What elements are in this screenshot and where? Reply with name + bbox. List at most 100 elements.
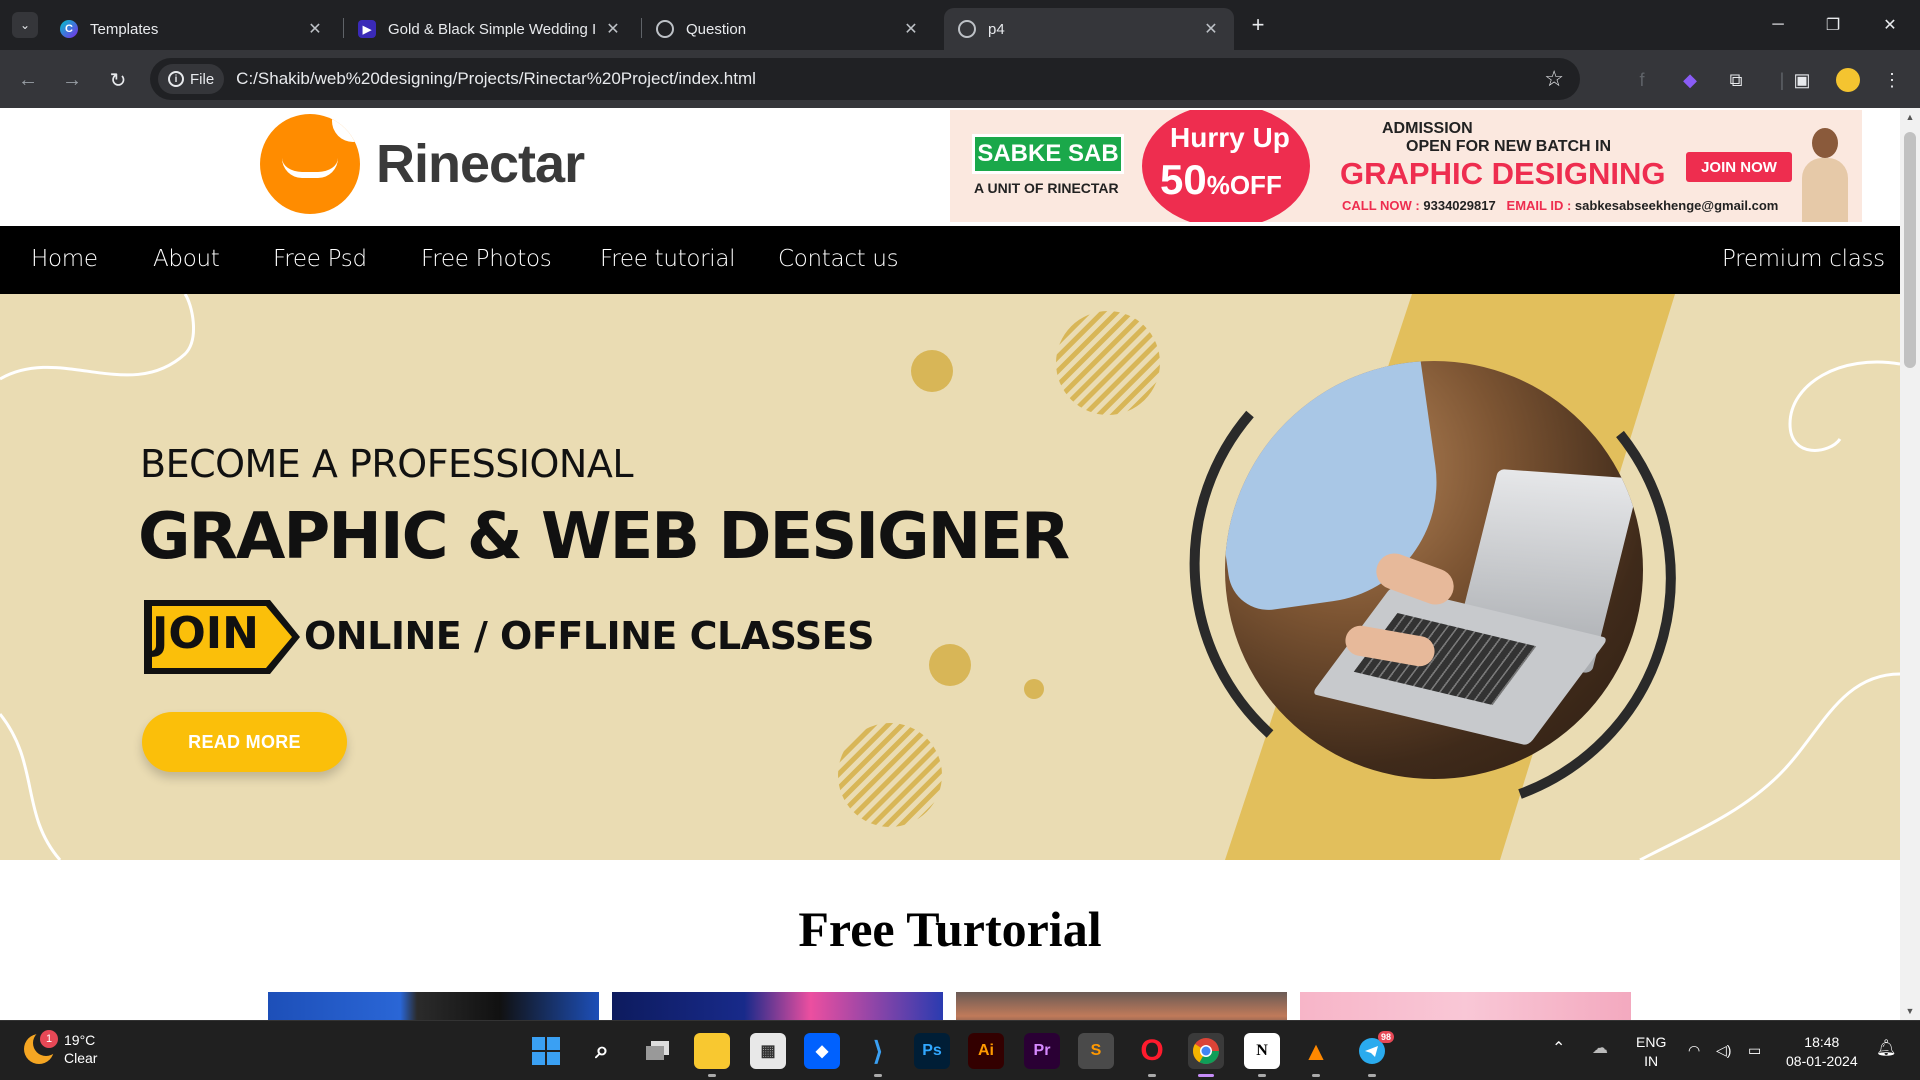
url-text[interactable]: C:/Shakib/web%20designing/Projects/Rinec… [236, 69, 756, 89]
tab-search-button[interactable]: ⌄ [12, 12, 38, 38]
minimize-icon[interactable]: ─ [1758, 10, 1798, 40]
menu-kebab-icon[interactable]: ⋮ [1878, 66, 1906, 94]
info-icon: i [168, 71, 184, 87]
site-logo[interactable]: Rinectar [260, 114, 585, 214]
weather-badge: 1 [40, 1030, 58, 1048]
premiere-icon[interactable]: Pr [1024, 1033, 1060, 1069]
ad-join-button[interactable]: JOIN NOW [1686, 152, 1792, 182]
ad-course: GRAPHIC DESIGNING [1340, 156, 1666, 191]
new-tab-button[interactable]: + [1245, 12, 1271, 38]
reload-icon[interactable]: ↻ [104, 66, 132, 94]
tab-title: Templates [90, 20, 159, 38]
region-label: IN [1644, 1053, 1659, 1069]
scroll-up-icon[interactable]: ▲ [1900, 112, 1920, 122]
canva-icon: C [60, 20, 78, 38]
tab-p4[interactable]: p4 ✕ [944, 8, 1234, 50]
scrollbar-thumb[interactable] [1904, 132, 1916, 368]
illustrator-icon[interactable]: Ai [968, 1033, 1004, 1069]
nav-contact[interactable]: Contact us [778, 246, 899, 272]
close-icon[interactable]: ✕ [604, 19, 622, 39]
vscode-icon[interactable]: ⟩ [860, 1033, 896, 1077]
windows-start-icon[interactable] [528, 1033, 564, 1069]
ad-model-image [1796, 124, 1852, 222]
hero-tagline: ONLINE / OFFLINE CLASSES [304, 614, 875, 658]
tutorial-card[interactable] [956, 992, 1287, 1020]
read-more-button[interactable]: READ MORE [142, 712, 347, 772]
tab-templates[interactable]: C Templates ✕ [46, 8, 338, 50]
globe-icon [656, 20, 674, 38]
battery-icon[interactable]: ▭ [1748, 1041, 1761, 1060]
notification-bell-icon[interactable]: 🔔︎ [1876, 1039, 1896, 1058]
tab-title: p4 [988, 20, 1005, 38]
globe-icon [958, 20, 976, 38]
hero-heading: GRAPHIC & WEB DESIGNER [138, 500, 1070, 574]
notion-icon[interactable]: N [1244, 1033, 1280, 1077]
weather-temp: 19°C [64, 1032, 96, 1048]
video-icon: ▶ [358, 20, 376, 38]
free-tutorial-heading: Free Turtorial [798, 901, 1102, 957]
extension-flame-icon[interactable]: ◆ [1676, 66, 1704, 94]
nav-about[interactable]: About [153, 246, 220, 272]
close-icon[interactable]: ✕ [902, 19, 920, 39]
file-explorer-icon[interactable] [694, 1033, 730, 1077]
sublime-text-icon[interactable]: S [1078, 1033, 1114, 1069]
forward-icon[interactable]: → [58, 66, 86, 94]
ad-contact: CALL NOW : 9334029817 EMAIL ID : sabkesa… [1342, 198, 1779, 213]
telegram-badge: 98 [1377, 1031, 1394, 1043]
weather-condition: Clear [64, 1050, 98, 1066]
taskbar: 1 19°C Clear ⌕ ▦ ◆ ⟩ Ps Ai Pr S O N ▲ 98… [0, 1020, 1920, 1080]
telegram-icon[interactable]: 98 [1354, 1031, 1394, 1077]
page-scrollbar[interactable]: ▲ ▼ [1900, 108, 1920, 1020]
search-icon[interactable]: ⌕ [584, 1033, 620, 1069]
task-view-icon[interactable] [640, 1033, 676, 1069]
tutorial-card[interactable] [612, 992, 943, 1020]
chrome-icon[interactable] [1188, 1033, 1224, 1077]
onedrive-icon[interactable]: ☁ [1592, 1039, 1608, 1058]
admission-banner[interactable]: SABKE SAB A UNIT OF RINECTAR Hurry Up 50… [950, 110, 1862, 222]
photoshop-icon[interactable]: Ps [914, 1033, 950, 1069]
scheme-label: File [190, 70, 215, 88]
back-icon[interactable]: ← [14, 66, 42, 94]
tab-title: Gold & Black Simple Wedding I [388, 20, 597, 38]
nav-free-photos[interactable]: Free Photos [421, 246, 552, 272]
tutorial-card[interactable] [1300, 992, 1631, 1020]
nav-free-tutorial[interactable]: Free tutorial [600, 246, 736, 272]
bookmark-star-icon[interactable]: ☆ [1544, 66, 1564, 92]
tab-wedding[interactable]: ▶ Gold & Black Simple Wedding I ✕ [344, 8, 636, 50]
opera-icon[interactable]: O [1134, 1033, 1170, 1077]
volume-icon[interactable]: ◁) [1716, 1041, 1731, 1060]
tab-strip: ⌄ C Templates ✕ ▶ Gold & Black Simple We… [0, 0, 1920, 50]
hero-banner: BECOME A PROFESSIONAL GRAPHIC & WEB DESI… [0, 294, 1900, 860]
tab-title: Question [686, 20, 747, 38]
language-indicator[interactable]: ENG IN [1636, 1033, 1666, 1071]
profile-avatar[interactable] [1834, 66, 1862, 94]
nav-home[interactable]: Home [31, 246, 98, 272]
nav-free-psd[interactable]: Free Psd [273, 246, 367, 272]
close-icon[interactable]: ✕ [1202, 19, 1220, 39]
extensions-puzzle-icon[interactable]: ⧉ [1722, 66, 1750, 94]
wifi-icon[interactable]: ◠ [1688, 1041, 1700, 1060]
lang-label: ENG [1636, 1034, 1667, 1050]
close-window-icon[interactable]: ✕ [1870, 10, 1910, 40]
address-bar[interactable]: i File C:/Shakib/web%20designing/Project… [150, 58, 1580, 100]
ad-unit: A UNIT OF RINECTAR [974, 180, 1119, 196]
microsoft-store-icon[interactable]: ▦ [750, 1033, 786, 1069]
dropbox-icon[interactable]: ◆ [804, 1033, 840, 1069]
chevron-up-icon[interactable]: ⌃ [1552, 1039, 1565, 1058]
side-panel-icon[interactable]: ▣ [1788, 66, 1816, 94]
weather-widget[interactable]: 1 19°C Clear [24, 1030, 98, 1067]
extension-faded-icon[interactable]: f [1628, 66, 1656, 94]
close-icon[interactable]: ✕ [306, 19, 324, 39]
tab-question[interactable]: Question ✕ [642, 8, 934, 50]
vlc-icon[interactable]: ▲ [1298, 1033, 1334, 1077]
tutorial-card[interactable] [268, 992, 599, 1020]
ad-offer-badge: Hurry Up 50%OFF [1142, 110, 1310, 222]
join-badge: JOIN [152, 608, 259, 659]
site-info-chip[interactable]: i File [158, 64, 225, 94]
clock[interactable]: 18:48 08-01-2024 [1786, 1033, 1858, 1071]
restore-icon[interactable]: ❐ [1813, 10, 1853, 40]
hero-subheading: BECOME A PROFESSIONAL [140, 442, 634, 486]
page-viewport: Rinectar SABKE SAB A UNIT OF RINECTAR Hu… [0, 108, 1900, 1020]
scroll-down-icon[interactable]: ▼ [1900, 1006, 1920, 1016]
nav-premium-class[interactable]: Premium class [1722, 246, 1885, 272]
